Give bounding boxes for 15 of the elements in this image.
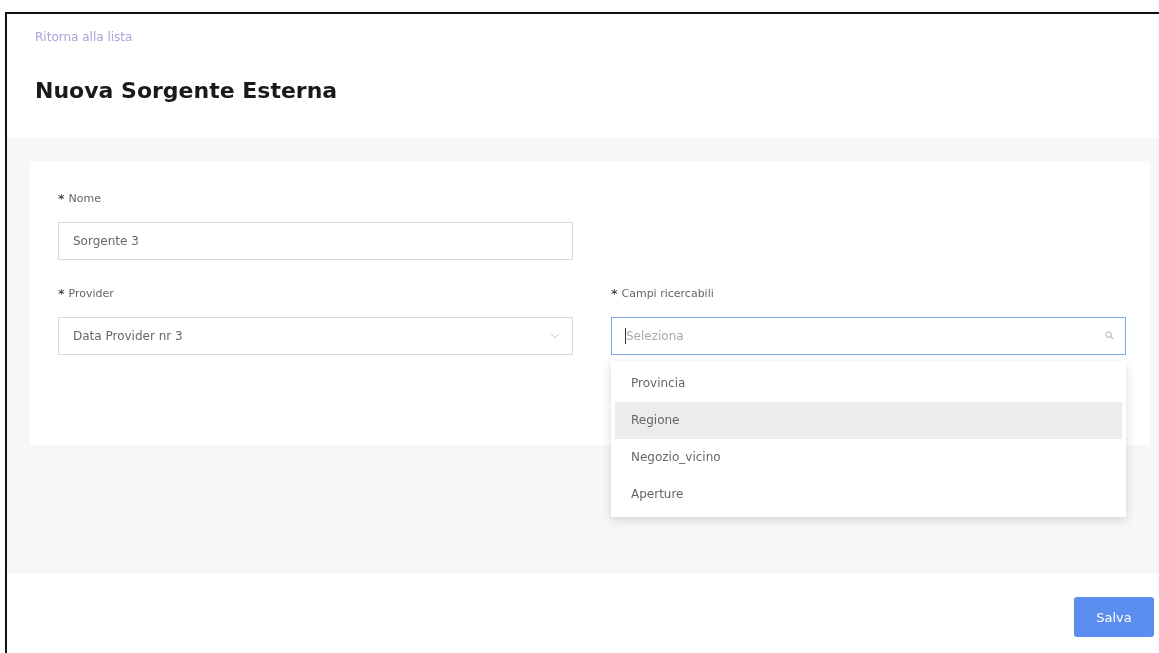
search-icon: [1105, 331, 1114, 340]
chevron-down-icon: [550, 333, 560, 339]
required-mark: *: [611, 286, 618, 301]
save-button[interactable]: Salva: [1074, 597, 1154, 637]
required-mark: *: [58, 286, 65, 301]
name-field[interactable]: Sorgente 3: [58, 222, 573, 260]
field-label: Nome: [68, 192, 101, 205]
page-title: Nuova Sorgente Esterna: [35, 78, 338, 103]
required-mark: *: [58, 191, 65, 206]
provider-select[interactable]: Data Provider nr 3: [58, 317, 573, 355]
field-label: Campi ricercabili: [621, 287, 714, 300]
field-label: Provider: [68, 287, 114, 300]
search-field[interactable]: Seleziona: [611, 317, 1126, 355]
text-cursor: [625, 328, 626, 344]
dropdown-option[interactable]: Regione: [615, 402, 1122, 439]
